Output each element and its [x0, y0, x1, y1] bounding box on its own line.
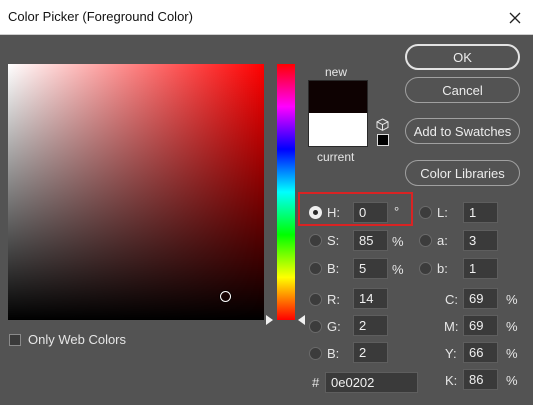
hue-radio[interactable]	[309, 206, 322, 219]
brightness-label: B:	[327, 261, 340, 276]
color-libraries-button[interactable]: Color Libraries	[405, 160, 520, 186]
lab-l-radio[interactable]	[419, 206, 432, 219]
ok-button[interactable]: OK	[405, 44, 520, 70]
brightness-input[interactable]: 5	[353, 258, 388, 279]
hex-input[interactable]: 0e0202	[325, 372, 418, 393]
saturation-label: S:	[327, 233, 340, 248]
lab-l-input[interactable]: 1	[463, 202, 498, 223]
new-label: new	[325, 65, 348, 79]
web-safe-color-swatch[interactable]	[377, 134, 389, 146]
only-web-colors-checkbox[interactable]	[9, 334, 21, 346]
black-input[interactable]: 86	[463, 369, 498, 390]
brightness-unit: %	[392, 262, 404, 277]
yellow-input[interactable]: 66	[463, 342, 498, 363]
yellow-label: Y:	[445, 346, 457, 361]
green-input[interactable]: 2	[353, 315, 388, 336]
black-label: K:	[445, 373, 458, 388]
hue-slider-handle-left[interactable]	[266, 315, 273, 325]
cyan-input[interactable]: 69	[463, 288, 498, 309]
add-to-swatches-button[interactable]: Add to Swatches	[405, 118, 520, 144]
close-button[interactable]	[497, 0, 533, 35]
close-icon	[509, 12, 521, 23]
saturation-radio[interactable]	[309, 234, 322, 247]
hex-label: #	[312, 375, 320, 390]
blue-label: B:	[327, 346, 340, 361]
hue-label: H:	[327, 205, 340, 220]
hue-slider-handle-right[interactable]	[298, 315, 305, 325]
web-safe-cube-icon[interactable]	[376, 118, 389, 131]
hue-input[interactable]: 0	[353, 202, 388, 223]
lab-b-label: b:	[437, 261, 448, 276]
magenta-label: M:	[444, 319, 459, 334]
green-radio[interactable]	[309, 320, 322, 333]
color-field-cursor[interactable]	[220, 290, 232, 302]
cyan-label: C:	[445, 292, 458, 307]
green-label: G:	[327, 319, 341, 334]
blue-input[interactable]: 2	[353, 342, 388, 363]
lab-b-input[interactable]: 1	[463, 258, 498, 279]
lab-a-radio[interactable]	[419, 234, 432, 247]
only-web-colors-label[interactable]: Only Web Colors	[28, 332, 126, 347]
title-bar: Color Picker (Foreground Color)	[0, 0, 533, 35]
lab-a-input[interactable]: 3	[463, 230, 498, 251]
current-color-swatch[interactable]	[308, 113, 368, 147]
magenta-input[interactable]: 69	[463, 315, 498, 336]
saturation-unit: %	[392, 234, 404, 249]
hue-slider[interactable]	[277, 64, 295, 320]
lab-a-label: a:	[437, 233, 448, 248]
saturation-input[interactable]: 85	[353, 230, 388, 251]
red-label: R:	[327, 292, 340, 307]
red-input[interactable]: 14	[353, 288, 388, 309]
lab-l-label: L:	[437, 205, 448, 220]
window-title: Color Picker (Foreground Color)	[8, 9, 193, 24]
lab-b-radio[interactable]	[419, 262, 432, 275]
magenta-unit: %	[506, 319, 518, 334]
blue-radio[interactable]	[309, 347, 322, 360]
brightness-radio[interactable]	[309, 262, 322, 275]
black-unit: %	[506, 373, 518, 388]
current-label: current	[317, 150, 355, 164]
cancel-button[interactable]: Cancel	[405, 77, 520, 103]
cyan-unit: %	[506, 292, 518, 307]
color-field[interactable]	[8, 64, 264, 320]
yellow-unit: %	[506, 346, 518, 361]
hue-unit: °	[394, 204, 400, 219]
red-radio[interactable]	[309, 293, 322, 306]
new-color-swatch	[308, 80, 368, 113]
